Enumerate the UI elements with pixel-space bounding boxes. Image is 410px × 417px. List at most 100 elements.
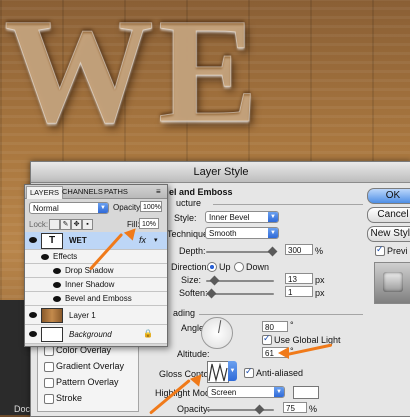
lock-brush-icon[interactable]: ✎	[60, 219, 71, 230]
soften-slider-thumb[interactable]	[206, 288, 217, 299]
depth-field[interactable]: 300	[285, 244, 313, 255]
styles-list-item[interactable]: Pattern Overlay	[56, 377, 119, 387]
layer-name[interactable]: Layer 1	[69, 311, 96, 320]
soften-unit: px	[315, 288, 325, 298]
expand-triangle-icon[interactable]: ▾	[154, 236, 158, 244]
depth-slider-thumb[interactable]	[267, 246, 278, 257]
soften-field[interactable]: 1	[285, 286, 313, 297]
fx-icon[interactable]: fx	[139, 235, 146, 245]
lock-all-icon[interactable]: ▪	[82, 219, 93, 230]
lock-transparent-icon[interactable]	[49, 219, 60, 230]
effect-row-drop-shadow[interactable]: Drop Shadow	[25, 264, 167, 278]
styles-list: Color Overlay Gradient Overlay Pattern O…	[37, 338, 139, 412]
preview-checkbox[interactable]	[375, 244, 385, 256]
tab-layers[interactable]: LAYERS	[26, 186, 64, 199]
highlight-color-swatch[interactable]	[293, 386, 319, 399]
effect-row-bevel-emboss[interactable]: Bevel and Emboss	[25, 292, 167, 306]
effect-row-inner-shadow[interactable]: Inner Shadow	[25, 278, 167, 292]
wet-text-artwork: WE	[3, 0, 263, 154]
layer-name[interactable]: WET	[69, 236, 87, 245]
size-unit: px	[315, 275, 325, 285]
styles-list-item[interactable]: Gradient Overlay	[56, 361, 124, 371]
layer-thumbnail	[41, 308, 63, 323]
effect-name: Inner Shadow	[65, 280, 115, 289]
panel-menu-icon[interactable]: ≡	[156, 187, 161, 196]
depth-unit: %	[315, 246, 324, 256]
eye-icon[interactable]	[41, 254, 49, 260]
chevron-down-icon: ▼	[268, 212, 278, 222]
blend-mode-value: Normal	[33, 204, 59, 213]
use-global-light-checkbox[interactable]	[262, 333, 272, 345]
size-slider-thumb[interactable]	[209, 275, 220, 286]
lock-label: Lock:	[29, 220, 49, 229]
direction-up-radio[interactable]	[207, 262, 217, 272]
layer-name[interactable]: Background	[69, 330, 112, 339]
eye-icon[interactable]	[29, 237, 37, 243]
color-overlay-checkbox[interactable]	[44, 346, 54, 356]
direction-down-radio[interactable]	[234, 262, 244, 272]
eye-icon[interactable]	[53, 296, 61, 302]
depth-slider[interactable]	[206, 251, 274, 253]
eye-icon[interactable]	[29, 331, 37, 337]
bevel-emboss-header: el and Emboss	[169, 187, 233, 197]
tab-paths[interactable]: PATHS	[101, 186, 131, 198]
layer-opacity-label: Opacity:	[113, 203, 143, 212]
lock-move-icon[interactable]: ✥	[71, 219, 82, 230]
structure-header: ucture	[176, 198, 202, 208]
direction-up-label: Up	[219, 262, 231, 272]
style-preview-swatch	[374, 262, 410, 304]
eye-icon[interactable]	[53, 268, 61, 274]
size-label: Size:	[181, 275, 202, 285]
style-value: Inner Bevel	[209, 213, 250, 222]
angle-unit: °	[290, 320, 294, 330]
highlight-mode-select[interactable]: Screen ▼	[207, 386, 285, 398]
stroke-checkbox[interactable]	[44, 394, 54, 404]
soften-label: Soften:	[179, 288, 208, 298]
gloss-contour-preview[interactable]	[207, 361, 229, 383]
effect-name: Bevel and Emboss	[65, 294, 132, 303]
technique-select[interactable]: Smooth ▼	[205, 227, 279, 239]
layers-panel: LAYERS CHANNELS PATHS ≡ Normal ▼ Opacity…	[24, 184, 168, 347]
annotation-arrowhead	[278, 347, 289, 359]
shading-header: ading	[173, 308, 196, 318]
eye-icon[interactable]	[53, 282, 61, 288]
pattern-overlay-checkbox[interactable]	[44, 378, 54, 388]
opacity-field[interactable]: 75	[283, 402, 307, 413]
new-style-button[interactable]: New Style	[367, 226, 410, 242]
layer-row-layer1[interactable]: Layer 1	[25, 306, 167, 325]
layer-row-wet[interactable]: T WET fx ▾	[25, 232, 167, 250]
direction-label: Direction:	[171, 262, 210, 272]
layer-opacity-field[interactable]: 100%	[140, 201, 162, 212]
technique-label: Technique:	[167, 229, 211, 239]
direction-down-label: Down	[246, 262, 270, 272]
divider	[199, 314, 363, 315]
fill-field[interactable]: 10%	[139, 218, 159, 229]
angle-dial[interactable]	[201, 317, 233, 349]
contour-curve-icon	[208, 362, 228, 383]
chevron-down-icon: ▼	[274, 387, 284, 397]
eye-icon[interactable]	[29, 312, 37, 318]
gloss-contour-dropdown-icon[interactable]: ▼	[228, 361, 237, 381]
depth-label: Depth:	[179, 246, 206, 256]
divider	[213, 204, 363, 205]
lock-icon: 🔒	[143, 329, 153, 338]
style-label: Style:	[174, 213, 197, 223]
angle-dial-needle	[218, 320, 222, 334]
blend-mode-select[interactable]: Normal ▼	[29, 202, 109, 214]
ok-button[interactable]: OK	[367, 188, 410, 204]
anti-aliased-checkbox[interactable]	[244, 366, 254, 378]
chevron-down-icon: ▼	[268, 228, 278, 238]
cancel-button[interactable]: Cancel	[367, 207, 410, 223]
size-field[interactable]: 13	[285, 273, 313, 284]
tab-channels[interactable]: CHANNELS	[59, 186, 106, 198]
gradient-overlay-checkbox[interactable]	[44, 362, 54, 372]
angle-field[interactable]: 80	[262, 321, 288, 332]
text-layer-icon: T	[41, 233, 63, 249]
style-select[interactable]: Inner Bevel ▼	[205, 211, 279, 223]
layer-row-background[interactable]: Background 🔒	[25, 325, 167, 344]
layer-thumbnail	[41, 327, 63, 342]
dialog-title: Layer Style	[31, 162, 410, 183]
chevron-down-icon: ▼	[98, 203, 108, 213]
styles-list-item[interactable]: Stroke	[56, 393, 82, 403]
opacity-slider-thumb[interactable]	[254, 404, 265, 415]
